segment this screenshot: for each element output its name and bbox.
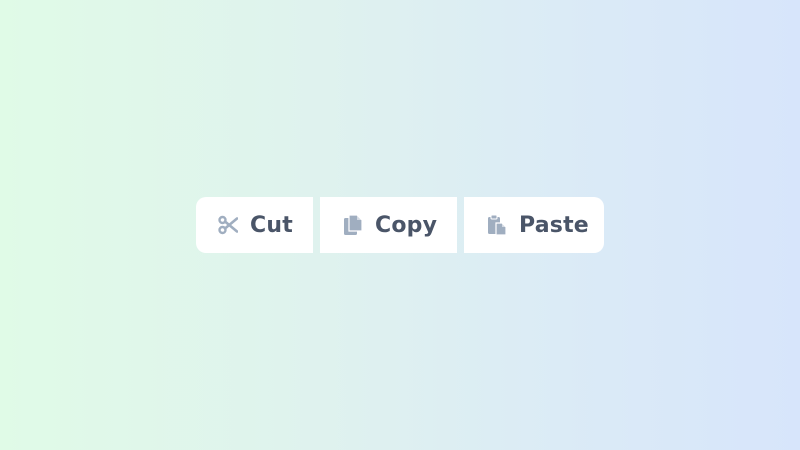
scissors-icon <box>217 214 239 236</box>
copy-button[interactable]: Copy <box>320 197 457 253</box>
paste-button[interactable]: Paste <box>464 197 604 253</box>
paste-icon <box>486 214 508 236</box>
copy-icon <box>342 214 364 236</box>
cut-button[interactable]: Cut <box>196 197 313 253</box>
copy-label: Copy <box>375 212 438 238</box>
paste-label: Paste <box>519 212 589 238</box>
clipboard-toolbar: Cut Copy Paste <box>196 197 604 253</box>
cut-label: Cut <box>250 212 293 238</box>
